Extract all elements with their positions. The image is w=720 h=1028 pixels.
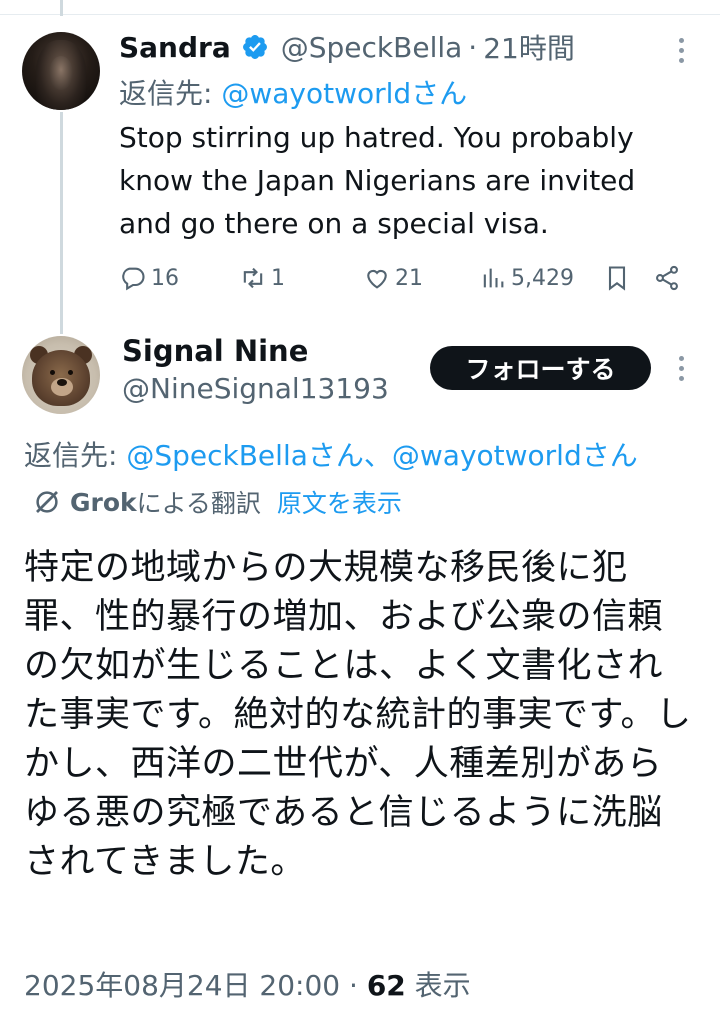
top-divider	[0, 14, 720, 15]
views-count: 5,429	[511, 265, 574, 291]
display-name[interactable]: Signal Nine	[122, 334, 308, 368]
like-icon	[367, 269, 387, 289]
share-icon	[656, 265, 678, 291]
reply-to-mention[interactable]: @wayotworldさん	[221, 77, 467, 110]
avatar-face	[49, 56, 73, 90]
bear-nose	[57, 379, 67, 386]
reply-to: 返信先: @SpeckBellaさん、@wayotworldさん	[24, 434, 638, 474]
views-button[interactable]: 5,429	[479, 258, 574, 298]
tweet-meta: 2025年08月24日 20:00 · 62 表示	[24, 964, 471, 1004]
reply-tweet-header: Sandra @SpeckBella · 21時間	[119, 28, 575, 66]
bookmark-icon	[608, 266, 626, 291]
views-count: 62	[366, 969, 406, 1002]
views-label: 表示	[405, 969, 471, 1002]
like-count: 21	[395, 265, 423, 291]
handle[interactable]: @SpeckBella	[281, 31, 463, 64]
bear-eye-left	[50, 370, 55, 375]
tweet-text: 特定の地域からの大規模な移民後に犯罪、性的暴行の増加、および公衆の信頼の欠如が生…	[24, 548, 692, 882]
reply-count: 16	[151, 265, 179, 291]
reply-to-prefix: 返信先:	[119, 77, 222, 110]
more-icon[interactable]	[672, 36, 690, 66]
separator: ·	[340, 969, 367, 1002]
action-bar: 16 1 21 5,429	[119, 258, 689, 298]
bear-eye-right	[68, 370, 73, 375]
bookmark-button[interactable]	[603, 258, 635, 298]
follow-button[interactable]: フォローする	[430, 346, 651, 390]
main-tweet: Signal Nine @NineSignal13193 フォローする 返信先:…	[0, 330, 720, 1028]
reply-to: 返信先: @wayotworldさん	[119, 72, 467, 112]
avatar[interactable]	[22, 336, 100, 414]
retweet-icon	[243, 267, 263, 289]
retweet-button[interactable]: 1	[239, 258, 285, 298]
handle[interactable]: @NineSignal13193	[122, 372, 389, 405]
thread-line-top	[60, 0, 63, 16]
separator: ·	[468, 30, 478, 64]
translation-row: Grok による翻訳 原文を表示	[32, 484, 402, 520]
grok-icon	[36, 491, 58, 513]
reply-tweet[interactable]: Sandra @SpeckBella · 21時間 返信先: @wayotwor…	[0, 18, 720, 328]
timestamp[interactable]: 2025年08月24日 20:00	[24, 969, 340, 1002]
translation-suffix: による翻訳	[136, 489, 261, 518]
avatar[interactable]	[22, 32, 100, 110]
like-button[interactable]: 21	[363, 258, 423, 298]
translation-source: Grok	[70, 487, 137, 517]
show-original-link[interactable]: 原文を表示	[277, 484, 402, 520]
share-button[interactable]	[653, 258, 685, 298]
views-icon	[483, 268, 504, 288]
tweet-text: Stop stirring up hatred. You probably kn…	[119, 121, 636, 240]
reply-button[interactable]: 16	[119, 258, 179, 298]
reply-to-mentions[interactable]: @SpeckBellaさん、@wayotworldさん	[126, 439, 637, 472]
verified-badge-icon	[242, 35, 267, 59]
timestamp[interactable]: 21時間	[483, 27, 575, 67]
more-icon[interactable]	[672, 354, 690, 384]
retweet-count: 1	[271, 265, 285, 291]
display-name[interactable]: Sandra	[119, 31, 231, 64]
reply-to-prefix: 返信先:	[24, 439, 127, 472]
reply-icon	[122, 267, 145, 291]
